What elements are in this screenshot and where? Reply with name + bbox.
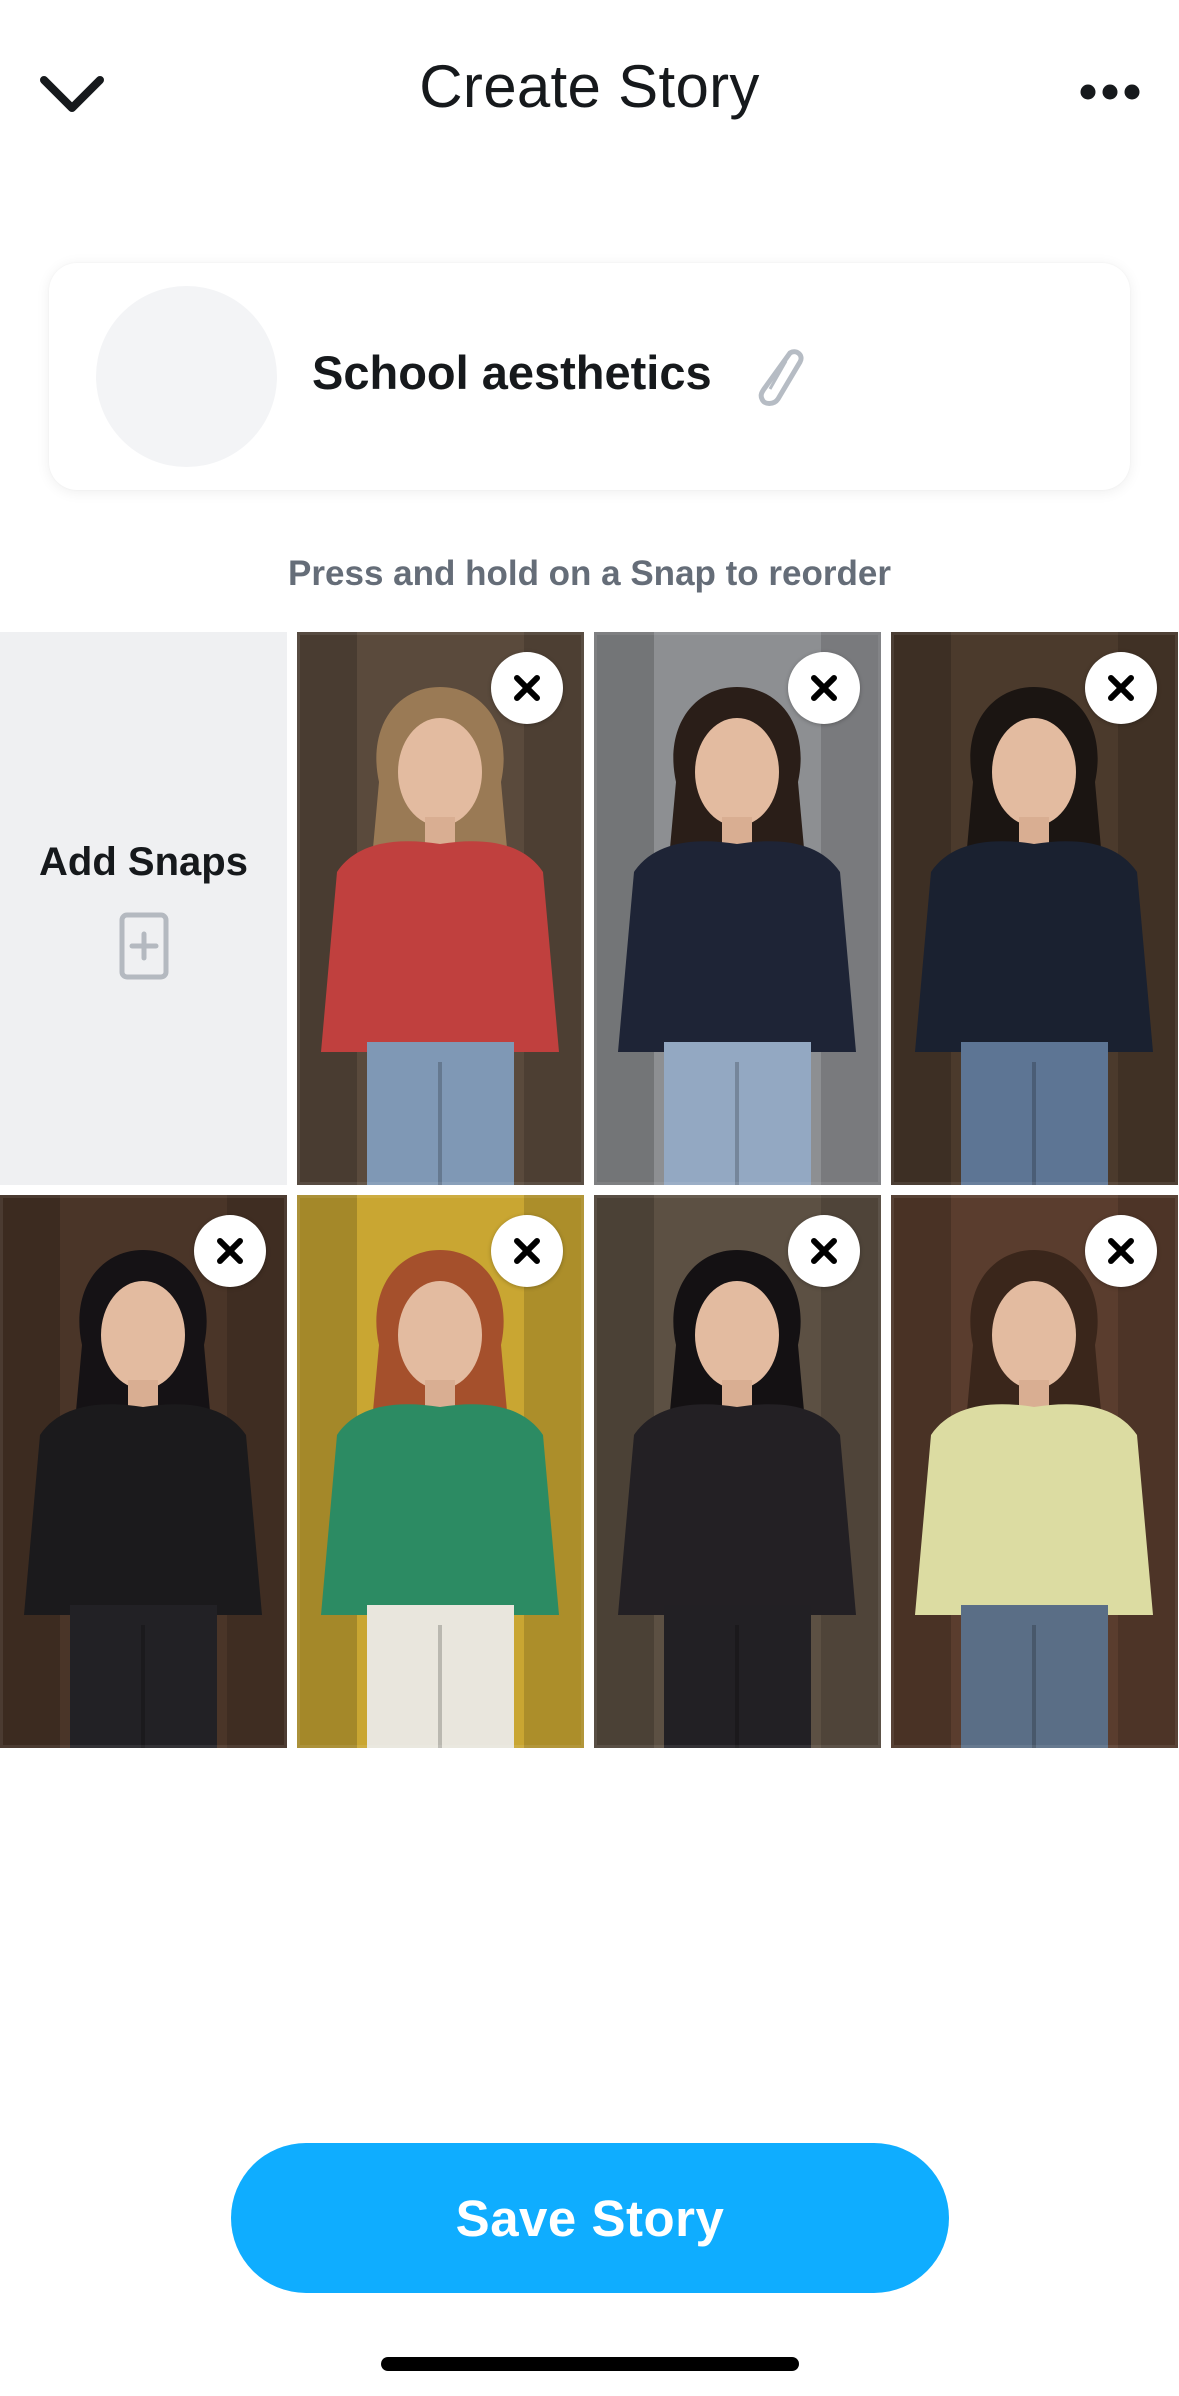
snap-thumbnail[interactable] — [297, 632, 584, 1185]
remove-snap-button[interactable] — [788, 652, 860, 724]
add-snaps-label: Add Snaps — [39, 840, 248, 884]
add-snap-icon — [119, 912, 169, 980]
home-indicator — [381, 2357, 799, 2371]
remove-snap-button[interactable] — [788, 1215, 860, 1287]
story-name[interactable]: School aesthetics — [312, 345, 712, 400]
snap-thumbnail[interactable] — [297, 1195, 584, 1748]
remove-snap-button[interactable] — [491, 652, 563, 724]
remove-snap-button[interactable] — [194, 1215, 266, 1287]
more-options-button[interactable] — [1070, 60, 1150, 124]
remove-snap-button[interactable] — [491, 1215, 563, 1287]
snap-thumbnail[interactable] — [594, 1195, 881, 1748]
header: Create Story — [0, 0, 1179, 190]
more-horizontal-icon — [1080, 84, 1140, 100]
pencil-icon — [758, 349, 804, 406]
snap-thumbnail[interactable] — [0, 1195, 287, 1748]
close-icon — [1108, 1238, 1134, 1264]
edit-name-button[interactable] — [747, 343, 815, 411]
remove-snap-button[interactable] — [1085, 1215, 1157, 1287]
close-icon — [514, 1238, 540, 1264]
snap-thumbnail[interactable] — [891, 1195, 1178, 1748]
close-icon — [811, 1238, 837, 1264]
add-snaps-tile[interactable]: Add Snaps — [0, 632, 287, 1185]
remove-snap-button[interactable] — [1085, 652, 1157, 724]
close-icon — [514, 675, 540, 701]
page-title: Create Story — [419, 53, 760, 120]
close-icon — [811, 675, 837, 701]
close-icon — [1108, 675, 1134, 701]
snap-thumbnail[interactable] — [594, 632, 881, 1185]
reorder-hint: Press and hold on a Snap to reorder — [288, 554, 891, 593]
story-thumbnail[interactable] — [96, 286, 277, 467]
snap-thumbnail[interactable] — [891, 632, 1178, 1185]
close-icon — [217, 1238, 243, 1264]
story-card[interactable]: School aesthetics — [49, 263, 1130, 490]
save-story-button[interactable]: Save Story — [231, 2143, 949, 2293]
